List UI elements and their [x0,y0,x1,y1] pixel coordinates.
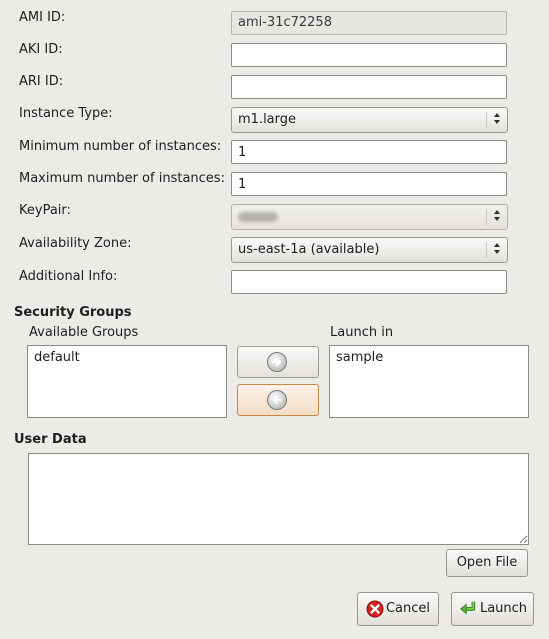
keypair-label: KeyPair: [19,203,71,218]
instance-type-label: Instance Type: [19,106,113,121]
cancel-button[interactable]: Cancel [357,592,439,626]
aki-field[interactable] [231,43,507,67]
additional-info-label: Additional Info: [19,269,118,284]
combo-separator [486,242,487,258]
chevron-updown-icon [492,111,501,129]
ami-label: AMI ID: [19,10,66,25]
keypair-select[interactable] [231,204,508,230]
cancel-label: Cancel [385,601,431,616]
availability-zone-select[interactable]: us-east-1a (available) [231,237,508,263]
available-groups-label: Available Groups [29,325,139,340]
ari-label: ARI ID: [19,74,64,89]
min-instances-label: Minimum number of instances: [19,139,222,154]
instance-type-select[interactable]: m1.large [231,107,508,133]
list-item[interactable]: sample [336,350,522,365]
ari-field[interactable] [231,75,507,99]
availability-zone-value: us-east-1a (available) [238,242,380,257]
arrow-left-icon [267,390,287,410]
chevron-updown-icon [492,241,501,259]
availability-zone-label: Availability Zone: [19,236,132,251]
ami-field: ami-31c72258 [231,11,507,35]
launch-in-label: Launch in [330,325,394,340]
combo-separator [486,209,487,225]
arrow-right-icon [267,352,287,372]
additional-info-field[interactable] [231,270,507,294]
user-data-title: User Data [14,432,87,447]
max-instances-label: Maximum number of instances: [19,171,225,186]
chevron-updown-icon [492,208,501,226]
redacted-value [238,212,278,222]
launch-label: Launch [479,601,528,616]
security-groups-title: Security Groups [14,305,132,320]
user-data-textarea[interactable] [28,453,529,545]
remove-group-button[interactable] [237,384,319,416]
combo-separator [486,112,487,128]
launch-button[interactable]: Launch [451,592,534,626]
instance-type-value: m1.large [238,112,297,127]
min-instances-field[interactable] [231,140,507,164]
available-groups-list[interactable]: default [27,345,227,418]
max-instances-field[interactable] [231,172,507,196]
cancel-icon [366,600,384,618]
enter-icon [460,601,476,615]
launch-in-list[interactable]: sample [329,345,529,418]
list-item[interactable]: default [34,350,220,365]
open-file-button[interactable]: Open File [446,549,528,577]
aki-label: AKI ID: [19,42,63,57]
add-group-button[interactable] [237,346,319,378]
